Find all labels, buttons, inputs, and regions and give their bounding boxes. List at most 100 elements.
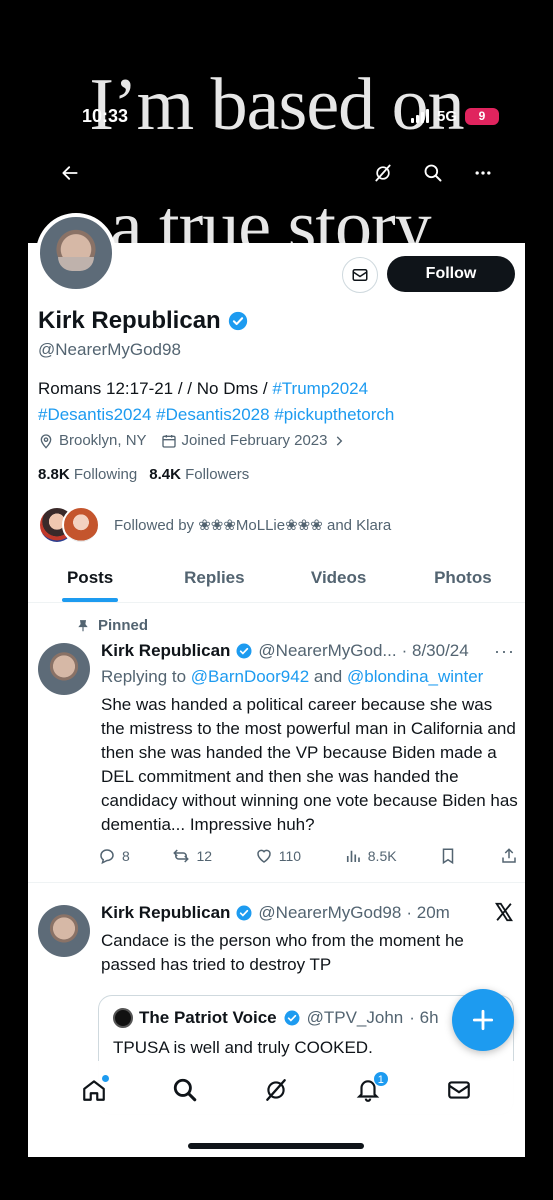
followers-count: 8.4K	[149, 466, 181, 483]
back-arrow-icon[interactable]	[58, 161, 82, 185]
envelope-icon	[352, 269, 368, 281]
tweet-header: Kirk Republican @NearerMyGod... · 8/30/2…	[101, 641, 469, 661]
followers-label: Followers	[185, 466, 250, 483]
profile-tabs: Posts Replies Videos Photos	[28, 563, 525, 603]
follow-counts: 8.8K Following 8.4K Followers	[38, 466, 249, 483]
pinned-label: Pinned	[76, 617, 148, 634]
follow-button[interactable]: Follow	[387, 256, 515, 292]
more-icon[interactable]	[471, 161, 495, 185]
reply-mention[interactable]: @blondina_winter	[347, 667, 483, 686]
compose-button[interactable]	[452, 989, 514, 1051]
bio-text: Romans 12:17-21 / / No Dms /	[38, 379, 273, 398]
quoted-tweet-header: The Patriot Voice @TPV_John · 6h	[113, 1008, 439, 1028]
tweet-timestamp[interactable]: · 8/30/24	[402, 641, 469, 661]
home-indicator	[188, 1143, 364, 1149]
nav-messages[interactable]	[444, 1075, 474, 1105]
reply-mention[interactable]: @BarnDoor942	[191, 667, 309, 686]
quoted-avatar	[113, 1008, 133, 1028]
nav-grok[interactable]	[261, 1075, 291, 1105]
replying-to-label: Replying to	[101, 667, 191, 686]
tab-photos[interactable]: Photos	[401, 563, 525, 602]
bio-hashtag[interactable]: #Trump2024	[272, 379, 368, 398]
replying-to-and: and	[309, 667, 347, 686]
profile-card: Follow Kirk Republican @NearerMyGod98 Ro…	[28, 243, 525, 1157]
status-time: 10:33	[82, 105, 129, 126]
quoted-timestamp: · 6h	[409, 1008, 439, 1027]
verified-badge-icon	[236, 905, 252, 921]
quoted-author-name: The Patriot Voice	[139, 1008, 277, 1027]
tweet-author-name[interactable]: Kirk Republican	[101, 903, 230, 923]
tweet-header: Kirk Republican @NearerMyGod98 · 20m	[101, 903, 450, 923]
chevron-right-icon	[337, 435, 343, 446]
like-count: 110	[278, 848, 302, 864]
reply-count: 8	[122, 848, 130, 864]
location-text: Brooklyn, NY	[59, 432, 147, 449]
tweet-text: Candace is the person who from the momen…	[101, 931, 464, 974]
quoted-text: TPUSA is well and truly COOKED.	[113, 1038, 373, 1057]
tweet-more-icon[interactable]: ···	[494, 641, 515, 662]
tweet-author-handle[interactable]: @NearerMyGod...	[258, 641, 396, 661]
tweet-avatar[interactable]	[38, 643, 90, 695]
followed-by[interactable]: Followed by ❀❀❀MoLLie❀❀❀ and Klara	[38, 506, 391, 544]
tweet-text: She was handed a political career becaus…	[101, 695, 518, 834]
share-button[interactable]	[500, 847, 518, 865]
quoted-author-handle: @TPV_John	[306, 1008, 404, 1027]
location: Brooklyn, NY	[38, 432, 147, 449]
bookmark-button[interactable]	[439, 847, 457, 865]
status-indicators: 5G 9	[410, 107, 499, 125]
repost-icon	[173, 849, 190, 863]
search-icon[interactable]	[421, 161, 445, 185]
tweet-timestamp[interactable]: · 20m	[406, 903, 449, 923]
location-pin-icon	[40, 433, 52, 449]
notification-badge: 1	[372, 1071, 389, 1087]
heart-icon	[256, 849, 271, 863]
views-button[interactable]: 8.5K	[344, 847, 397, 865]
bio-hashtag[interactable]: #Desantis2024	[38, 405, 151, 424]
profile-bio: Romans 12:17-21 / / No Dms / #Trump2024 …	[38, 376, 508, 428]
message-button[interactable]	[342, 257, 378, 293]
tweet-author-name[interactable]: Kirk Republican	[101, 641, 230, 661]
profile-meta: Brooklyn, NY Joined February 2023	[38, 432, 346, 449]
tab-replies[interactable]: Replies	[152, 563, 276, 602]
joined-date[interactable]: Joined February 2023	[161, 432, 347, 449]
repost-button[interactable]: 12	[172, 847, 212, 865]
battery-icon: 9	[465, 107, 499, 125]
signal-icon	[410, 109, 429, 123]
repost-count: 12	[196, 848, 213, 864]
views-chart-icon	[346, 850, 360, 862]
like-button[interactable]: 110	[255, 847, 301, 865]
followers-link[interactable]: 8.4K Followers	[149, 466, 249, 483]
calendar-icon	[161, 434, 176, 448]
bio-hashtag[interactable]: #Desantis2028	[156, 405, 269, 424]
tweet-author-handle[interactable]: @NearerMyGod98	[258, 903, 401, 923]
tab-videos[interactable]: Videos	[277, 563, 401, 602]
pinned-text: Pinned	[98, 617, 149, 634]
home-notification-dot	[101, 1075, 109, 1082]
verified-badge-icon	[236, 643, 252, 659]
envelope-icon	[448, 1081, 471, 1099]
profile-nav-bar	[0, 156, 553, 190]
tweet-actions: 8 12 110 8.5K	[98, 847, 518, 865]
nav-home[interactable]	[79, 1075, 109, 1105]
profile-avatar[interactable]	[36, 213, 116, 293]
x-logo-icon[interactable]	[493, 901, 515, 923]
share-icon	[502, 848, 516, 863]
search-icon	[173, 1078, 197, 1102]
following-label: Following	[73, 466, 138, 483]
nav-notifications[interactable]: 1	[353, 1071, 389, 1105]
tweet-pinned[interactable]: Pinned Kirk Republican @NearerMyGod... ·…	[28, 615, 525, 883]
reply-button[interactable]: 8	[98, 847, 130, 865]
nav-search[interactable]	[170, 1075, 200, 1105]
following-link[interactable]: 8.8K Following	[38, 466, 137, 483]
tweet-avatar[interactable]	[38, 905, 90, 957]
bookmark-icon	[443, 848, 454, 865]
profile-name: Kirk Republican	[38, 307, 249, 335]
joined-text: Joined February 2023	[181, 432, 328, 449]
verified-badge-icon	[284, 1010, 300, 1026]
grok-icon[interactable]	[371, 161, 395, 185]
bottom-nav: 1	[28, 1061, 525, 1157]
tab-posts[interactable]: Posts	[28, 563, 152, 602]
bio-hashtag[interactable]: #pickupthetorch	[274, 405, 394, 424]
followed-by-text: Followed by ❀❀❀MoLLie❀❀❀ and Klara	[114, 517, 392, 534]
follower-avatar	[62, 506, 100, 544]
